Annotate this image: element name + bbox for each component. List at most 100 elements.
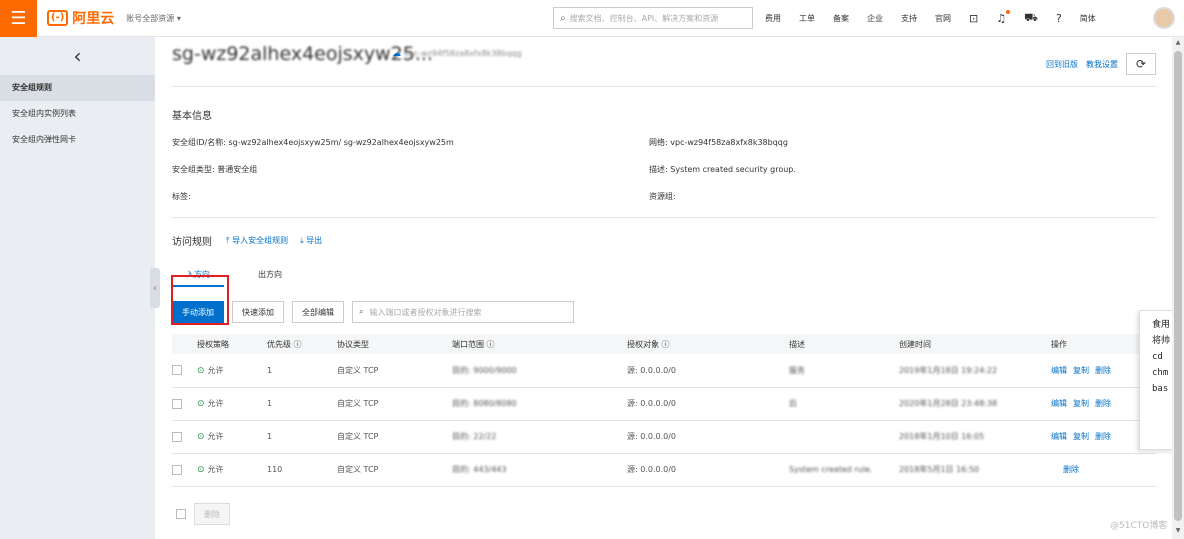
- col-port-range: 端口范围 ⓘ: [452, 334, 627, 354]
- description-cell: 后: [789, 387, 899, 421]
- edit-link[interactable]: 编辑: [1051, 366, 1067, 375]
- tag-label: 标签:: [172, 192, 191, 201]
- priority-cell: 1: [267, 387, 337, 421]
- global-search-input[interactable]: ⌕ 搜索文档、控制台、API、解决方案和资源: [553, 7, 753, 29]
- edit-link[interactable]: 编辑: [1051, 399, 1067, 408]
- delete-link[interactable]: 删除: [1095, 432, 1111, 441]
- delete-link[interactable]: 删除: [1063, 465, 1079, 474]
- col-policy: 授权策略: [197, 334, 267, 354]
- sidebar-item-security-group-rules[interactable]: 安全组规则: [0, 75, 155, 101]
- sg-id-label: 安全组ID/名称:: [172, 138, 226, 147]
- access-rules-header: 访问规则 ⤒ 导入安全组规则 ⤓ 导出: [172, 233, 334, 248]
- bulk-actions-bar: 删除: [172, 503, 238, 525]
- import-rules-link[interactable]: ⤒ 导入安全组规则: [226, 235, 288, 246]
- copy-link[interactable]: 复制: [1073, 432, 1089, 441]
- protocol-cell: 自定义 TCP: [337, 354, 452, 388]
- refresh-icon[interactable]: ⟳: [1126, 53, 1156, 75]
- tutorial-link[interactable]: 教我设置: [1086, 59, 1118, 70]
- basic-info-title: 基本信息: [172, 111, 212, 122]
- row-checkbox-cell: [172, 453, 197, 487]
- tab-outbound[interactable]: 出方向: [244, 265, 296, 287]
- description-cell: System created rule.: [789, 453, 899, 487]
- filter-placeholder: 输入端口或者授权对象进行搜索: [369, 307, 482, 317]
- network-label: 网络:: [649, 138, 668, 147]
- top-nav-links: 费用 工单 备案 企业 支持 官网 ⊡ ♫ ⛟ ? 简体: [765, 0, 1114, 37]
- row-checkbox-cell: [172, 387, 197, 421]
- row-checkbox[interactable]: [172, 464, 182, 475]
- sg-type-value: 普通安全组: [217, 165, 258, 174]
- table-row: ⊙ 允许 1 自定义 TCP 目的: 8080/8080 源: 0.0.0.0/0…: [172, 387, 1156, 421]
- select-all-checkbox[interactable]: [176, 509, 186, 519]
- priority-cell: 110: [267, 453, 337, 487]
- collapse-sidebar-handle[interactable]: ‹: [150, 268, 160, 308]
- delete-link[interactable]: 删除: [1095, 366, 1111, 375]
- edit-all-button[interactable]: 全部编辑: [292, 301, 344, 323]
- language-switch[interactable]: 简体: [1080, 13, 1096, 24]
- scroll-up-icon[interactable]: ▲: [1173, 39, 1183, 49]
- description-row: 描述: System created security group.: [649, 164, 796, 175]
- sg-id-row: 安全组ID/名称: sg-wz92alhex4eojsxyw25m/ sg-wz…: [172, 137, 454, 148]
- check-circle-icon: ⊙: [197, 365, 205, 376]
- nav-tickets[interactable]: 工单: [799, 13, 815, 24]
- col-source: 授权对象 ⓘ: [627, 334, 789, 354]
- back-to-old-version-link[interactable]: 回到旧版: [1046, 59, 1078, 70]
- help-icon[interactable]: ?: [1056, 12, 1062, 25]
- created-time-cell: 2019年1月18日 19:24:22: [899, 354, 1051, 388]
- col-description: 描述: [789, 334, 899, 354]
- hamburger-menu-icon[interactable]: ☰: [0, 0, 37, 37]
- created-time-cell: 2020年1月28日 23:48:38: [899, 387, 1051, 421]
- page-scrollbar[interactable]: ▲ ▼: [1172, 37, 1184, 539]
- row-checkbox[interactable]: [172, 431, 182, 442]
- table-row: ⊙ 允许 1 自定义 TCP 目的: 22/22 源: 0.0.0.0/0 201…: [172, 420, 1156, 454]
- account-resource-selector[interactable]: 账号全部资源 ▾: [126, 13, 181, 24]
- delete-link[interactable]: 删除: [1095, 399, 1111, 408]
- cart-icon[interactable]: ⛟: [1024, 11, 1038, 26]
- policy-cell: ⊙ 允许: [197, 387, 267, 421]
- back-arrow-icon[interactable]: ‹: [0, 37, 155, 75]
- resource-group-label: 资源组:: [649, 192, 676, 201]
- scrollbar-thumb[interactable]: [1174, 51, 1182, 521]
- header-actions: 回到旧版 教我设置 ⟳: [1046, 53, 1156, 75]
- terminal-icon[interactable]: ⊡: [969, 12, 978, 25]
- port-cell: 目的: 22/22: [452, 420, 627, 454]
- scroll-down-icon[interactable]: ▼: [1173, 527, 1183, 537]
- description-cell: [789, 420, 899, 454]
- nav-billing[interactable]: 费用: [765, 13, 781, 24]
- sidebar-item-instances[interactable]: 安全组内实例列表: [0, 101, 155, 127]
- sg-id-value: sg-wz92alhex4eojsxyw25m/ sg-wz92alhex4eo…: [228, 138, 454, 147]
- priority-cell: 1: [267, 420, 337, 454]
- export-link[interactable]: ⤓ 导出: [300, 235, 322, 246]
- bell-icon[interactable]: ♫: [996, 10, 1011, 25]
- copy-link[interactable]: 复制: [1073, 399, 1089, 408]
- sidebar: ‹ 安全组规则 安全组内实例列表 安全组内弹性网卡: [0, 37, 155, 539]
- edit-link[interactable]: 编辑: [1051, 432, 1067, 441]
- aliyun-logo[interactable]: (-) 阿里云: [47, 8, 114, 28]
- nav-website[interactable]: 官网: [935, 13, 951, 24]
- user-avatar[interactable]: [1153, 7, 1175, 29]
- bulk-delete-button[interactable]: 删除: [194, 503, 230, 525]
- quick-add-button[interactable]: 快速添加: [232, 301, 284, 323]
- copy-link[interactable]: 复制: [1073, 366, 1089, 375]
- nav-icp[interactable]: 备案: [833, 13, 849, 24]
- table-header-row: 授权策略 优先级 ⓘ 协议类型 端口范围 ⓘ 授权对象 ⓘ 描述 创建时间 操作: [172, 334, 1156, 354]
- row-checkbox-cell: [172, 420, 197, 454]
- policy-value: 允许: [207, 465, 224, 474]
- search-icon: ⌕: [560, 12, 566, 24]
- policy-cell: ⊙ 允许: [197, 420, 267, 454]
- nav-support[interactable]: 支持: [901, 13, 917, 24]
- access-rules-title: 访问规则: [172, 237, 212, 248]
- row-checkbox[interactable]: [172, 365, 182, 376]
- table-row: ⊙ 允许 1 自定义 TCP 目的: 9000/9000 源: 0.0.0.0/0…: [172, 354, 1156, 388]
- port-cell: 目的: 9000/9000: [452, 354, 627, 388]
- row-checkbox[interactable]: [172, 398, 182, 409]
- policy-value: 允许: [207, 365, 224, 375]
- nav-enterprise[interactable]: 企业: [867, 13, 883, 24]
- import-rules-label: 导入安全组规则: [232, 236, 289, 245]
- header-checkbox-cell: [172, 334, 197, 354]
- table-row: ⊙ 允许 110 自定义 TCP 目的: 443/443 源: 0.0.0.0/0…: [172, 453, 1156, 487]
- divider: [172, 217, 1156, 218]
- check-circle-icon: ⊙: [197, 399, 205, 409]
- sidebar-item-eni[interactable]: 安全组内弹性网卡: [0, 127, 155, 153]
- description-value: System created security group.: [670, 165, 796, 174]
- rule-filter-input[interactable]: ⌕ 输入端口或者授权对象进行搜索: [352, 301, 574, 323]
